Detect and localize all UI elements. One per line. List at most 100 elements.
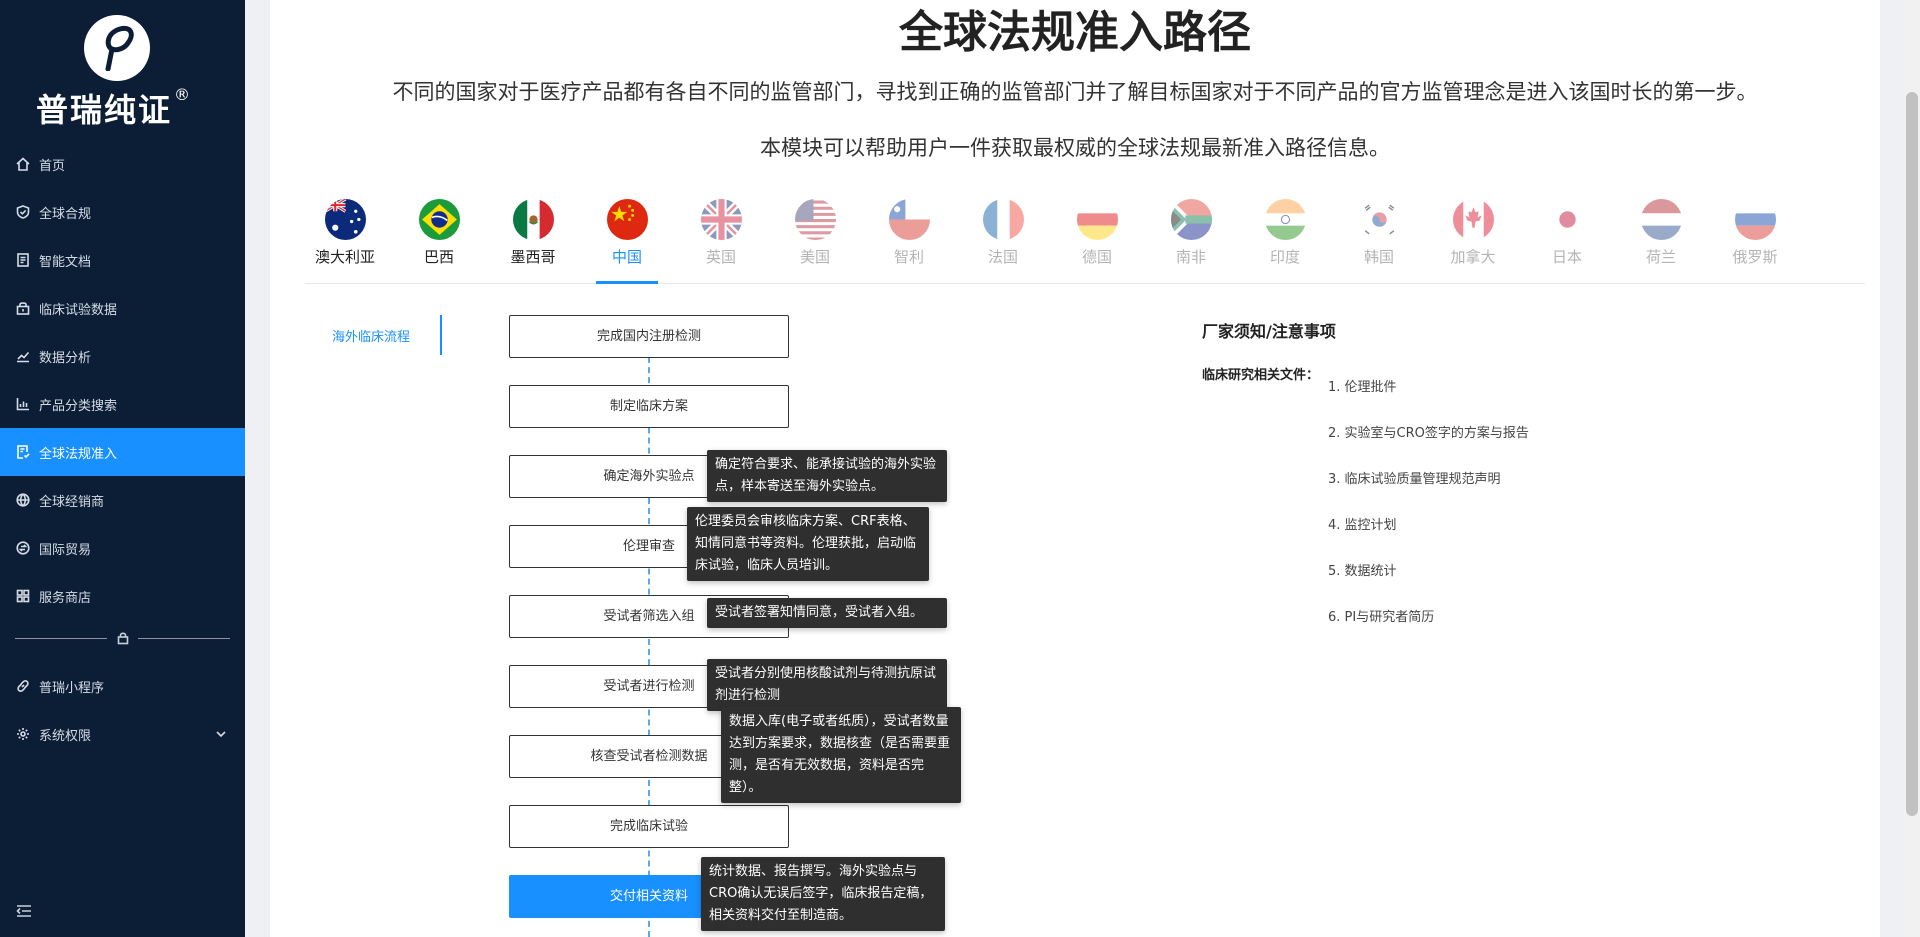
country-tab-canada[interactable]: 加拿大: [1433, 196, 1513, 284]
country-name: 智利: [893, 248, 924, 266]
tooltip-ethics-review: 伦理委员会审核临床方案、CRF表格、知情同意书等资料。伦理获批，启动临床试验，临…: [687, 507, 929, 581]
country-name: 荷兰: [1645, 248, 1676, 266]
note-item: 1. 伦理批件: [1328, 380, 1397, 395]
tooltip-subject-enrollment: 受试者签署知情同意，受试者入组。: [707, 598, 947, 628]
sidebar-item-mini-program[interactable]: 普瑞小程序: [0, 662, 245, 710]
sidebar-item-label: 智能文档: [39, 254, 92, 270]
note-item: 6. PI与研究者简历: [1328, 610, 1435, 625]
country-name: 俄罗斯: [1732, 248, 1778, 266]
south-africa-flag-icon: [1171, 199, 1212, 240]
sidebar-item-global-regulatory-access[interactable]: 全球法规准入: [0, 428, 245, 476]
country-tab-germany[interactable]: 德国: [1057, 196, 1137, 284]
usa-flag-icon: [795, 199, 836, 240]
sidebar: 普瑞纯证 ® 首页 全球合规 智能文档 临床试验数据 数据分析 产品分类搜索 全…: [0, 0, 245, 937]
country-tab-india[interactable]: 印度: [1245, 196, 1325, 284]
country-tab-mexico[interactable]: 墨西哥: [493, 196, 573, 284]
trade-icon: [16, 541, 30, 555]
bar-chart-icon: [16, 398, 29, 411]
scrollbar-thumb[interactable]: [1906, 92, 1918, 816]
sidebar-item-label: 临床试验数据: [39, 302, 118, 318]
notes-title: 厂家须知/注意事项: [1202, 322, 1336, 341]
sidebar-item-global-compliance[interactable]: 全球合规: [0, 188, 245, 236]
page-description: 不同的国家对于医疗产品都有各自不同的监管部门，寻找到正确的监管部门并了解目标国家…: [392, 80, 1758, 104]
active-tab-indicator: [596, 281, 658, 284]
gear-icon: [17, 728, 29, 740]
clinical-flowchart: 完成国内注册检测 制定临床方案 确定海外实验点 伦理审查 受试者筛选入组 受试者…: [509, 315, 961, 937]
sidebar-item-home[interactable]: 首页: [0, 140, 245, 188]
tab-overseas-clinical-process[interactable]: 海外临床流程: [332, 315, 442, 355]
flow-step-domestic-registration[interactable]: 完成国内注册检测: [509, 315, 789, 358]
note-item: 2. 实验室与CRO签字的方案与报告: [1328, 426, 1529, 441]
russia-flag-icon: [1735, 199, 1776, 240]
document-icon: [17, 253, 29, 267]
country-tab-uk[interactable]: 英国: [681, 196, 761, 284]
australia-flag-icon: [325, 199, 366, 240]
page-title: 全球法规准入路径: [899, 7, 1251, 58]
brazil-flag-icon: [419, 199, 460, 240]
sidebar-item-label: 全球合规: [39, 206, 92, 222]
country-name: 德国: [1081, 248, 1112, 266]
sidebar-item-label: 全球经销商: [39, 494, 105, 510]
sidebar-item-smart-docs[interactable]: 智能文档: [0, 236, 245, 284]
country-tab-korea[interactable]: 韩国: [1339, 196, 1419, 284]
sidebar-item-label: 普瑞小程序: [39, 680, 105, 696]
country-name: 巴西: [423, 248, 454, 266]
uk-flag-icon: [701, 199, 742, 240]
country-name: 澳大利亚: [314, 248, 375, 266]
divider-line: [15, 638, 107, 639]
sidebar-item-clinical-data[interactable]: 临床试验数据: [0, 284, 245, 332]
mexico-flag-icon: [513, 199, 554, 240]
brand-logo[interactable]: 普瑞纯证 ®: [0, 0, 245, 140]
country-tabs: 澳大利亚 巴西 墨西哥 中国 英国 美国 智利 法国 德国 南非 印度 韩国 加…: [305, 196, 1865, 284]
country-tab-australia[interactable]: 澳大利亚: [305, 196, 385, 284]
sidebar-nav: 首页 全球合规 智能文档 临床试验数据 数据分析 产品分类搜索 全球法规准入 全…: [0, 140, 245, 620]
country-tab-china[interactable]: 中国: [587, 196, 667, 284]
india-flag-icon: [1265, 199, 1306, 240]
sidebar-item-label: 产品分类搜索: [39, 398, 118, 414]
globe-icon: [16, 493, 30, 507]
country-name: 韩国: [1363, 248, 1394, 266]
note-item: 5. 数据统计: [1328, 564, 1397, 579]
country-tab-netherlands[interactable]: 荷兰: [1621, 196, 1701, 284]
country-tab-japan[interactable]: 日本: [1527, 196, 1607, 284]
tooltip-data-verification: 数据入库(电子或者纸质），受试者数量达到方案要求，数据核查（是否需要重测，是否有…: [721, 707, 961, 803]
manufacturer-notes: 厂家须知/注意事项 临床研究相关文件： 1. 伦理批件 2. 实验室与CRO签字…: [1202, 318, 1702, 638]
sidebar-item-global-distributors[interactable]: 全球经销商: [0, 476, 245, 524]
netherlands-flag-icon: [1641, 199, 1682, 240]
sidebar-item-product-search[interactable]: 产品分类搜索: [0, 380, 245, 428]
link-icon: [17, 680, 29, 692]
china-flag-icon: [607, 199, 648, 240]
tooltip-deliver-materials: 统计数据、报告撰写。海外实验点与CRO确认无误后签字，临床报告定稿，相关资料交付…: [701, 857, 945, 931]
tooltip-overseas-site: 确定符合要求、能承接试验的海外实验点，样本寄送至海外实验点。: [707, 450, 947, 502]
country-name: 美国: [799, 248, 830, 266]
lock-box-icon: [16, 302, 30, 315]
notes-docs-label: 临床研究相关文件：: [1202, 368, 1320, 383]
tab-label: 海外临床流程: [332, 330, 411, 345]
sidebar-item-system-permissions[interactable]: 系统权限: [0, 710, 245, 758]
sidebar-item-international-trade[interactable]: 国际贸易: [0, 524, 245, 572]
logo-leaf-icon: [84, 15, 150, 81]
country-tab-usa[interactable]: 美国: [775, 196, 855, 284]
grid-icon: [16, 589, 30, 603]
country-tab-chile[interactable]: 智利: [869, 196, 949, 284]
sidebar-item-data-analysis[interactable]: 数据分析: [0, 332, 245, 380]
tooltip-subject-testing: 受试者分别使用核酸试剂与待测抗原试剂进行检测: [707, 659, 947, 711]
country-tab-france[interactable]: 法国: [963, 196, 1043, 284]
sidebar-item-service-store[interactable]: 服务商店: [0, 572, 245, 620]
japan-flag-icon: [1547, 199, 1588, 240]
sidebar-divider: [15, 626, 230, 650]
country-tab-russia[interactable]: 俄罗斯: [1715, 196, 1795, 284]
chevron-down-icon[interactable]: [215, 728, 227, 740]
country-tab-south-africa[interactable]: 南非: [1151, 196, 1231, 284]
country-tab-brazil[interactable]: 巴西: [399, 196, 479, 284]
canada-flag-icon: [1453, 199, 1494, 240]
country-name: 法国: [987, 248, 1018, 266]
flow-step-clinical-plan[interactable]: 制定临床方案: [509, 385, 789, 428]
flow-step-complete-trial[interactable]: 完成临床试验: [509, 805, 789, 848]
france-flag-icon: [983, 199, 1024, 240]
sidebar-item-label: 系统权限: [39, 728, 92, 744]
collapse-menu-icon[interactable]: [16, 904, 32, 918]
country-name: 加拿大: [1450, 248, 1496, 266]
country-name: 日本: [1551, 248, 1582, 266]
note-item: 3. 临床试验质量管理规范声明: [1328, 472, 1501, 487]
